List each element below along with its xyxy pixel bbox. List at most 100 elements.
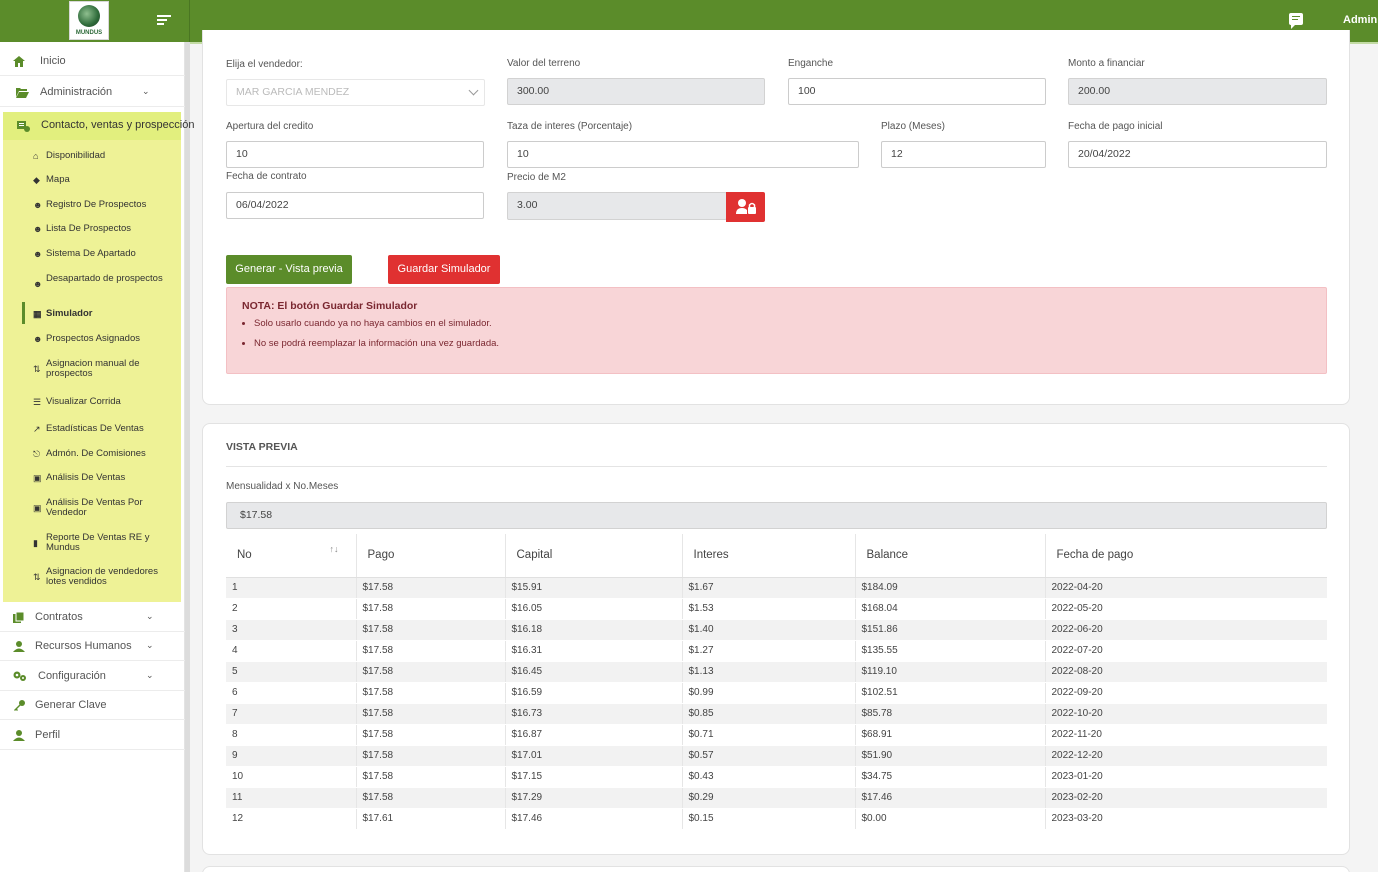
table-cell: $0.29 [682, 787, 856, 809]
user-lock-icon [736, 199, 756, 214]
table-row: 7 $17.58 $16.73 $0.85 $85.78 2022-10-20 [226, 703, 1327, 725]
table-cell: $16.59 [505, 682, 683, 704]
table-cell: $0.00 [855, 808, 1046, 830]
alert-item: No se podrá reemplazar la información un… [254, 338, 499, 349]
chevron-down-icon: ⌄ [146, 611, 154, 621]
sort-icon: ⇅ [33, 364, 41, 374]
sidebar-item-configuracion[interactable]: Configuración ⌄ [0, 662, 185, 691]
mensualidad-field[interactable]: $17.58 [226, 502, 1327, 529]
table-row: 1 $17.58 $15.91 $1.67 $184.09 2022-04-20 [226, 577, 1327, 599]
table-cell: $1.27 [682, 640, 856, 662]
table-row: 2 $17.58 $16.05 $1.53 $168.04 2022-05-20 [226, 598, 1327, 620]
table-cell: 2022-05-20 [1045, 598, 1327, 620]
map-icon: ◆ [33, 175, 40, 185]
column-header-capital[interactable]: Capital [505, 534, 683, 578]
table-body: 1 $17.58 $15.91 $1.67 $184.09 2022-04-20 2 $17.… [226, 577, 1327, 830]
sales-icon [17, 121, 30, 132]
key-icon [14, 700, 25, 711]
vendedor-label: Elija el vendedor: [226, 59, 303, 70]
sidebar-item-recursos-humanos[interactable]: Recursos Humanos ⌄ [0, 632, 185, 661]
sidebar-item-administracion[interactable]: Administración ⌄ [0, 78, 185, 107]
column-header-pago[interactable]: Pago [356, 534, 506, 578]
gears-icon [13, 671, 26, 681]
fecha-pago-inicial-label: Fecha de pago inicial [1068, 121, 1163, 132]
column-header-balance[interactable]: Balance [855, 534, 1046, 578]
fecha-pago-inicial-field[interactable]: 20/04/2022 [1068, 141, 1327, 168]
table-cell: $16.45 [505, 661, 683, 683]
user-icon [13, 730, 25, 741]
sidebar-toggle-icon[interactable] [157, 15, 171, 27]
table-cell: $1.40 [682, 619, 856, 641]
sidebar-item-perfil[interactable]: Perfil [0, 721, 185, 750]
user-menu[interactable]: Adminis [1343, 14, 1378, 26]
tasa-interes-field[interactable]: 10 [507, 141, 859, 168]
table-row: 9 $17.58 $17.01 $0.57 $51.90 2022-12-20 [226, 745, 1327, 767]
table-cell: 2 [226, 598, 357, 620]
table-cell: $17.58 [356, 745, 506, 767]
user-tie-icon [13, 641, 25, 652]
table-row: 8 $17.58 $16.87 $0.71 $68.91 2022-11-20 [226, 724, 1327, 746]
table-cell: $16.05 [505, 598, 683, 620]
column-header-interes[interactable]: Interes [682, 534, 856, 578]
sidebar-scrollbar[interactable] [185, 42, 190, 872]
table-row: 11 $17.58 $17.29 $0.29 $17.46 2023-02-20 [226, 787, 1327, 809]
active-indicator [22, 302, 25, 324]
table-cell: 2022-04-20 [1045, 577, 1327, 599]
sidebar-item-contacto[interactable]: Contacto, ventas y prospección [3, 112, 194, 140]
table-cell: $1.67 [682, 577, 856, 599]
list-icon: ☰ [33, 397, 42, 407]
table-cell: $0.85 [682, 703, 856, 725]
fecha-contrato-field[interactable]: 06/04/2022 [226, 192, 484, 219]
table-cell: $17.58 [356, 598, 506, 620]
table-cell: $17.29 [505, 787, 683, 809]
vendedor-select[interactable]: MAR GARCIA MENDEZ [226, 79, 485, 106]
save-simulator-button[interactable]: Guardar Simulador [388, 255, 500, 284]
table-cell: $119.10 [855, 661, 1046, 683]
generate-preview-button[interactable]: Generar - Vista previa [226, 255, 352, 284]
table-cell: $17.58 [356, 640, 506, 662]
column-header-fecha-pago[interactable]: Fecha de pago [1045, 534, 1327, 578]
table-cell: 2022-12-20 [1045, 745, 1327, 767]
enganche-field[interactable]: 100 [788, 78, 1046, 105]
table-cell: $1.53 [682, 598, 856, 620]
table-cell: $34.75 [855, 766, 1046, 788]
messages-icon[interactable] [1289, 13, 1303, 29]
column-header-no[interactable]: No ↑↓ [226, 534, 357, 578]
sidebar-item-label: Contacto, ventas y prospección [41, 119, 195, 131]
table-cell: 2022-08-20 [1045, 661, 1327, 683]
table-cell: $85.78 [855, 703, 1046, 725]
plazo-field[interactable]: 12 [881, 141, 1046, 168]
table-header-row: No ↑↓ Pago Capital Interes Balance Fecha … [226, 534, 1327, 578]
table-cell: 1 [226, 577, 357, 599]
precio-m2-field[interactable]: 3.00 [507, 192, 727, 220]
sort-icon: ⇅ [33, 572, 41, 582]
valor-terreno-field[interactable]: 300.00 [507, 78, 765, 105]
table-cell: $17.58 [356, 619, 506, 641]
monto-financiar-field[interactable]: 200.00 [1068, 78, 1327, 105]
table-cell: $16.31 [505, 640, 683, 662]
home-icon: ⌂ [33, 151, 39, 161]
table-cell: 9 [226, 745, 357, 767]
sidebar-item-contratos[interactable]: Contratos ⌄ [0, 603, 185, 632]
sidebar-item-generar-clave[interactable]: Generar Clave [0, 691, 185, 720]
mundus-logo[interactable]: MUNDUS [69, 1, 109, 40]
table-cell: 12 [226, 808, 357, 830]
table-row: 12 $17.61 $17.46 $0.15 $0.00 2023-03-20 [226, 808, 1327, 830]
table-cell: $17.58 [356, 724, 506, 746]
table-cell: $17.58 [356, 661, 506, 683]
table-row: 10 $17.58 $17.15 $0.43 $34.75 2023-01-20 [226, 766, 1327, 788]
table-cell: $15.91 [505, 577, 683, 599]
folder-open-icon [16, 88, 29, 98]
chart-line-icon: ↗ [33, 424, 41, 434]
table-cell: 2023-02-20 [1045, 787, 1327, 809]
user-icon: ☻ [33, 334, 43, 344]
sidebar-item-label: Perfil [35, 729, 61, 741]
sidebar-item-inicio[interactable]: Inicio [0, 47, 185, 76]
monto-financiar-label: Monto a financiar [1068, 58, 1145, 69]
unlock-price-button[interactable] [726, 192, 765, 222]
table-cell: $0.57 [682, 745, 856, 767]
sidebar-item-label: Administración [40, 86, 113, 98]
sort-icon[interactable]: ↑↓ [330, 544, 339, 554]
table-cell: 6 [226, 682, 357, 704]
apertura-credito-field[interactable]: 10 [226, 141, 484, 168]
